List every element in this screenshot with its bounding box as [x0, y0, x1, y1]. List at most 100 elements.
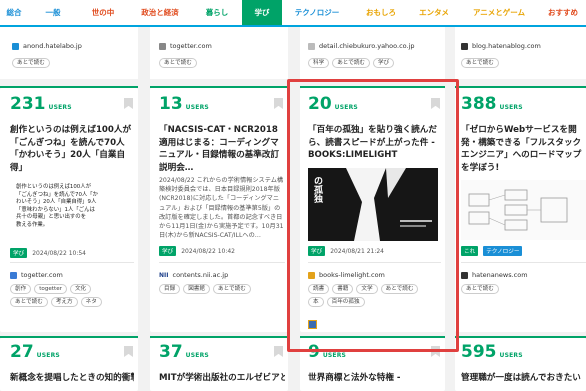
- entry-title[interactable]: 「NACSIS-CAT・NCR2018適用はじまる：コーディングマニュアル・目録…: [159, 124, 285, 174]
- prev-card-bottom-1: togetter.com あとで読む: [150, 27, 288, 79]
- thumb-line: わいそう」20人「自業自得」9人: [16, 199, 97, 206]
- nav-item-0[interactable]: 総合: [0, 0, 28, 25]
- tag[interactable]: あとで読む: [159, 58, 197, 68]
- entry-thumbnail[interactable]: 創作というのは例えば100人が 「ごんぎつね」を読んで70人「か わいそう」20…: [10, 180, 134, 244]
- tag[interactable]: togetter: [34, 284, 67, 294]
- favicon-icon: [159, 42, 166, 50]
- users-count[interactable]: 595 USERS: [461, 342, 523, 362]
- users-count[interactable]: 27 USERS: [10, 342, 60, 362]
- users-count[interactable]: 231 USERS: [10, 94, 72, 114]
- divider: [461, 262, 586, 263]
- source-link[interactable]: detail.chiebukuro.yahoo.co.jp: [319, 42, 415, 50]
- favicon-icon: [308, 271, 315, 279]
- bookmark-icon[interactable]: [431, 98, 440, 109]
- tag[interactable]: あとで読む: [213, 284, 251, 294]
- entry-card-1[interactable]: 13 USERS 「NACSIS-CAT・NCR2018適用はじまる：コーディング…: [150, 88, 288, 332]
- diagram-image: [468, 189, 568, 231]
- roadmap-diagram-thumbnail[interactable]: [461, 180, 586, 240]
- divider: [308, 262, 441, 263]
- tag[interactable]: 本: [308, 297, 324, 307]
- category-badge[interactable]: 学び: [308, 246, 326, 256]
- tag[interactable]: あとで読む: [380, 284, 419, 294]
- users-count[interactable]: 37 USERS: [159, 342, 209, 362]
- entry-card-7[interactable]: 595 USERS 管理職が一度は読んでおきたい: [455, 338, 586, 391]
- thumb-line: 教える作業。: [16, 221, 49, 228]
- entry-title[interactable]: 「ゼロからWebサービスを開発・構築できる「フルスタックエンジニア」へのロードマ…: [461, 124, 586, 174]
- entry-card-5[interactable]: 37 USERS MITが学術出版社のエルゼビアと: [150, 338, 288, 391]
- nav-item-2[interactable]: 世の中: [78, 0, 128, 25]
- tag[interactable]: 創作: [10, 284, 32, 294]
- tag[interactable]: 考え方: [50, 297, 78, 307]
- source-link[interactable]: books-limelight.com: [319, 271, 385, 279]
- users-count[interactable]: 388 USERS: [461, 94, 523, 114]
- tag[interactable]: 学び: [373, 58, 395, 68]
- favicon-icon: [461, 42, 468, 50]
- category-badge-tech[interactable]: テクノロジー: [483, 246, 523, 256]
- entry-title[interactable]: 創作というのは例えば100人が「ごんぎつね」を読んで70人「かわいそう」20人「…: [10, 124, 134, 174]
- users-count[interactable]: 13 USERS: [159, 94, 209, 114]
- entry-title[interactable]: MITが学術出版社のエルゼビアと: [159, 372, 285, 385]
- nav-item-8[interactable]: エンタメ: [410, 0, 458, 25]
- category-badge[interactable]: 学び: [10, 248, 28, 258]
- tag[interactable]: あとで読む: [12, 58, 50, 68]
- tag[interactable]: 文学: [356, 284, 378, 294]
- book-cover-thumbnail[interactable]: の孤独: [308, 168, 438, 241]
- entry-card-2[interactable]: 20 USERS 「百年の孤独」を貼り強く読んだら、読書スピードが上がった件 - …: [300, 88, 445, 332]
- entry-card-0[interactable]: 231 USERS 創作というのは例えば100人が「ごんぎつね」を読んで70人「か…: [0, 88, 138, 332]
- source-link[interactable]: togetter.com: [21, 271, 63, 279]
- tag[interactable]: 書籍: [332, 284, 354, 294]
- users-count[interactable]: 20 USERS: [308, 94, 358, 114]
- tag[interactable]: あとで読む: [332, 58, 371, 68]
- source-link[interactable]: anond.hatelabo.jp: [23, 42, 82, 50]
- cover-title-text: の孤独: [312, 176, 322, 203]
- divider: [10, 262, 134, 263]
- nav-item-6[interactable]: テクノロジー: [282, 0, 352, 25]
- entry-title[interactable]: 「百年の孤独」を貼り強く読んだら、読書スピードが上がった件 - BOOKS:LI…: [308, 124, 441, 162]
- category-badge[interactable]: これ: [461, 246, 479, 256]
- nii-logo-icon: NII: [159, 271, 169, 279]
- entry-card-3[interactable]: 388 USERS 「ゼロからWebサービスを開発・構築できる「フルスタックエンジ…: [455, 88, 586, 332]
- bookmark-icon[interactable]: [431, 346, 440, 357]
- thumb-line: 兵十の母親」と思い出すのを: [16, 214, 87, 221]
- bookmark-icon[interactable]: [274, 346, 283, 357]
- nav-item-10[interactable]: おすすめ: [540, 0, 586, 25]
- users-count[interactable]: 9 USERS: [308, 342, 346, 362]
- bookmark-icon[interactable]: [124, 346, 133, 357]
- category-badge[interactable]: 学び: [159, 246, 177, 256]
- bookmark-icon[interactable]: [274, 98, 283, 109]
- entry-title[interactable]: 世界商標と法外な特権 -: [308, 372, 441, 385]
- book-cover-image: [308, 168, 438, 241]
- entry-card-4[interactable]: 27 USERS 新概念を提唱したときの知的衝撃: [0, 338, 138, 391]
- tag[interactable]: 科学: [308, 58, 330, 68]
- entry-date: 2024/08/21 21:24: [330, 247, 384, 255]
- tag[interactable]: 図書館: [183, 284, 210, 294]
- nav-item-1[interactable]: 一般: [28, 0, 78, 25]
- nav-item-7[interactable]: おもしろ: [352, 0, 410, 25]
- nav-item-4[interactable]: 暮らし: [192, 0, 242, 25]
- favicon-icon: [10, 271, 17, 279]
- favicon-icon: [461, 271, 468, 279]
- tag[interactable]: あとで読む: [461, 58, 499, 68]
- source-link[interactable]: togetter.com: [170, 42, 212, 50]
- tag[interactable]: 百年の孤独: [326, 297, 365, 307]
- source-link[interactable]: contents.nii.ac.jp: [173, 271, 229, 279]
- entry-card-6[interactable]: 9 USERS 世界商標と法外な特権 -: [300, 338, 445, 391]
- source-link[interactable]: hatenanews.com: [472, 271, 528, 279]
- tag[interactable]: あとで読む: [10, 297, 48, 307]
- nav-item-5-active[interactable]: 学び: [242, 0, 282, 25]
- tag[interactable]: 目録: [159, 284, 181, 294]
- divider: [159, 262, 285, 263]
- entry-title[interactable]: 新概念を提唱したときの知的衝撃: [10, 372, 134, 385]
- hatena-bookmark-page: 総合 一般 世の中 政治と経済 暮らし 学び テクノロジー おもしろ エンタメ …: [0, 0, 586, 391]
- entry-date: 2024/08/22 10:42: [181, 247, 235, 255]
- tag[interactable]: 読書: [308, 284, 330, 294]
- nav-item-9[interactable]: アニメとゲーム: [458, 0, 540, 25]
- tag[interactable]: 文化: [69, 284, 92, 294]
- tag[interactable]: ネタ: [80, 297, 102, 307]
- tag[interactable]: あとで読む: [461, 284, 499, 294]
- entry-title[interactable]: 管理職が一度は読んでおきたい: [461, 372, 586, 385]
- bookmark-icon[interactable]: [124, 98, 133, 109]
- source-link[interactable]: blog.hatenablog.com: [472, 42, 541, 50]
- nav-item-3[interactable]: 政治と経済: [128, 0, 192, 25]
- user-avatar-icon[interactable]: [308, 320, 317, 329]
